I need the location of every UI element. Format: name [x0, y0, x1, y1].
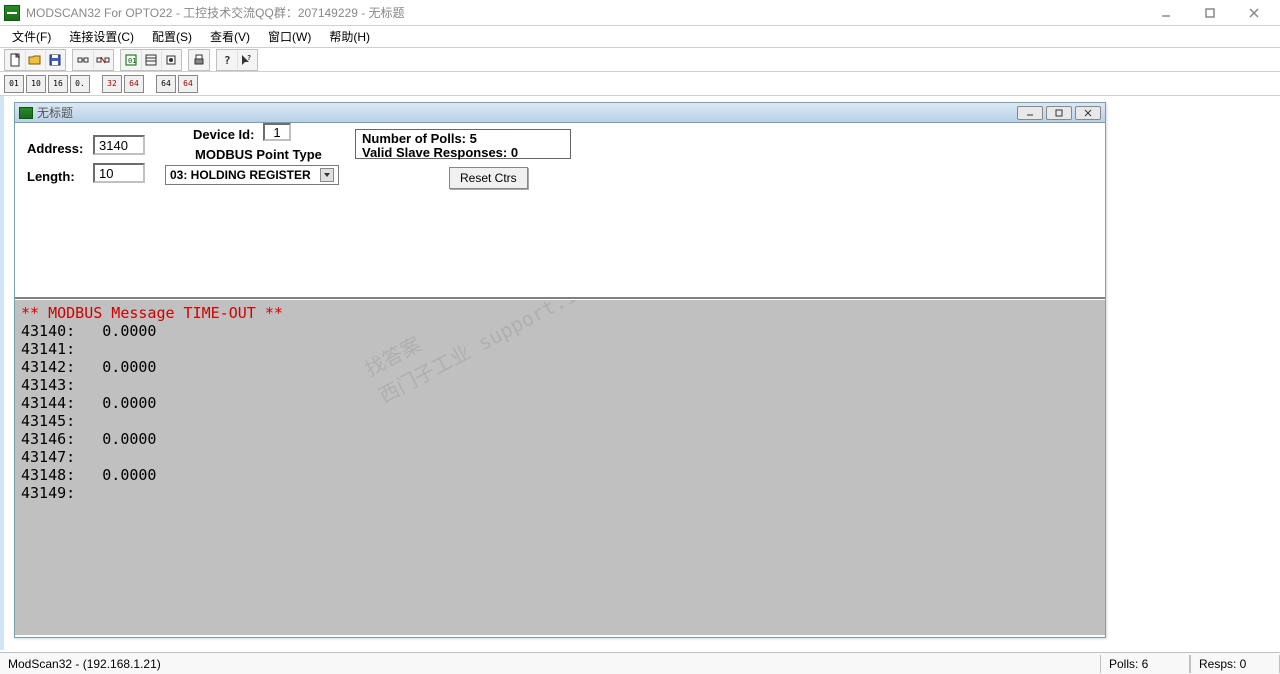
poll-status-box: Number of Polls: 5 Valid Slave Responses… — [355, 129, 571, 159]
data-row: 43142: 0.0000 — [21, 358, 1099, 376]
whatsthis-icon[interactable]: ? — [237, 50, 257, 70]
chevron-down-icon — [320, 168, 334, 182]
status-polls: Polls: 6 — [1100, 655, 1190, 673]
status-connection: ModScan32 - (192.168.1.21) — [0, 655, 169, 673]
polls-value: 5 — [470, 131, 477, 146]
fmt-binary-icon[interactable]: 01 — [4, 75, 24, 93]
data-row: 43143: — [21, 376, 1099, 394]
form-panel: Address: Length: Device Id: MODBUS Point… — [15, 123, 1105, 299]
fmt-hex-icon[interactable]: 16 — [48, 75, 68, 93]
new-icon[interactable] — [5, 50, 25, 70]
mdi-child-window: 无标题 Address: Length: Device Id: MODBUS P… — [14, 102, 1106, 638]
data-row: 43146: 0.0000 — [21, 430, 1099, 448]
fmt-ext2-icon[interactable]: 64 — [178, 75, 198, 93]
fmt-ext1-icon[interactable]: 64 — [156, 75, 176, 93]
open-icon[interactable] — [25, 50, 45, 70]
menu-window[interactable]: 窗口(W) — [264, 26, 315, 47]
window-title: MODSCAN32 For OPTO22 - 工控技术交流QQ群：2071492… — [26, 4, 405, 21]
show-data-icon[interactable] — [141, 50, 161, 70]
help-icon[interactable]: ? — [217, 50, 237, 70]
polls-label: Number of Polls: — [362, 131, 466, 146]
save-icon[interactable] — [45, 50, 65, 70]
window-controls — [1144, 1, 1276, 25]
mdi-app-icon — [19, 107, 33, 119]
print-icon[interactable] — [189, 50, 209, 70]
toolbar-main: 01 ? ? — [0, 48, 1280, 72]
status-resps: Resps: 0 — [1190, 655, 1280, 673]
data-row: 43148: 0.0000 — [21, 466, 1099, 484]
fmt-swap2-icon[interactable]: 64 — [124, 75, 144, 93]
data-row: 43149: — [21, 484, 1099, 502]
address-label: Address: — [27, 141, 83, 156]
show-traffic-icon[interactable] — [161, 50, 181, 70]
menu-view[interactable]: 查看(V) — [206, 26, 254, 47]
fmt-decimal-icon[interactable]: 10 — [26, 75, 46, 93]
responses-value: 0 — [511, 145, 518, 160]
close-button[interactable] — [1232, 1, 1276, 25]
reset-counters-button[interactable]: Reset Ctrs — [449, 167, 528, 189]
error-message: ** MODBUS Message TIME-OUT ** — [21, 304, 1099, 322]
data-display-area: ** MODBUS Message TIME-OUT ** 43140: 0.0… — [15, 299, 1105, 635]
point-type-select[interactable]: 03: HOLDING REGISTER — [165, 165, 339, 185]
fmt-swap1-icon[interactable]: 32 — [102, 75, 122, 93]
maximize-button[interactable] — [1188, 1, 1232, 25]
menu-file[interactable]: 文件(F) — [8, 26, 55, 47]
menu-bar: 文件(F) 连接设置(C) 配置(S) 查看(V) 窗口(W) 帮助(H) — [0, 26, 1280, 48]
data-row: 43144: 0.0000 — [21, 394, 1099, 412]
mdi-close-button[interactable] — [1075, 106, 1101, 120]
disconnect-icon[interactable] — [93, 50, 113, 70]
device-id-label: Device Id: — [193, 127, 254, 142]
mdi-minimize-button[interactable] — [1017, 106, 1043, 120]
responses-label: Valid Slave Responses: — [362, 145, 507, 160]
device-id-input[interactable] — [263, 123, 291, 141]
menu-connect[interactable]: 连接设置(C) — [65, 26, 138, 47]
menu-config[interactable]: 配置(S) — [148, 26, 196, 47]
address-input[interactable] — [93, 135, 145, 155]
window-titlebar: MODSCAN32 For OPTO22 - 工控技术交流QQ群：2071492… — [0, 0, 1280, 26]
svg-text:?: ? — [224, 54, 231, 67]
mdi-client-area: 无标题 Address: Length: Device Id: MODBUS P… — [0, 96, 1280, 650]
connect-icon[interactable] — [73, 50, 93, 70]
data-row: 43140: 0.0000 — [21, 322, 1099, 340]
svg-text:01: 01 — [128, 57, 136, 65]
status-bar: ModScan32 - (192.168.1.21) Polls: 6 Resp… — [0, 652, 1280, 674]
svg-text:?: ? — [247, 54, 251, 62]
fmt-float-icon[interactable]: 0. — [70, 75, 90, 93]
data-row: 43147: — [21, 448, 1099, 466]
mdi-maximize-button[interactable] — [1046, 106, 1072, 120]
point-type-label: MODBUS Point Type — [195, 147, 322, 162]
data-def-icon[interactable]: 01 — [121, 50, 141, 70]
data-row: 43141: — [21, 340, 1099, 358]
app-icon — [4, 5, 20, 21]
toolbar-format: 01 10 16 0. 32 64 64 64 — [0, 72, 1280, 96]
mdi-titlebar[interactable]: 无标题 — [15, 103, 1105, 123]
menu-help[interactable]: 帮助(H) — [325, 26, 374, 47]
length-input[interactable] — [93, 163, 145, 183]
length-label: Length: — [27, 169, 75, 184]
mdi-title-text: 无标题 — [37, 104, 73, 121]
minimize-button[interactable] — [1144, 1, 1188, 25]
point-type-value: 03: HOLDING REGISTER — [170, 168, 311, 182]
data-row: 43145: — [21, 412, 1099, 430]
